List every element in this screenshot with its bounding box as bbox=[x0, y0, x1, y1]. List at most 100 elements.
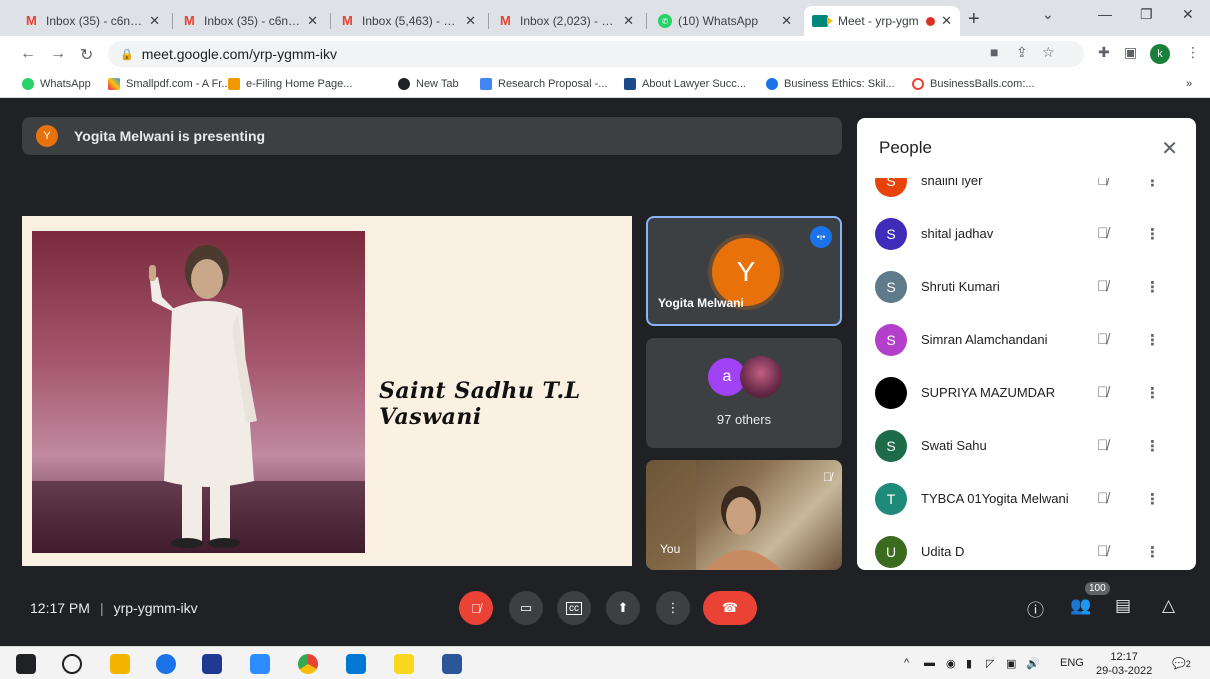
share-icon[interactable]: ⇪ bbox=[1016, 44, 1028, 61]
taskbar-clock[interactable]: 12:17 29-03-2022 bbox=[1096, 650, 1152, 678]
extensions-icon[interactable]: ✚ bbox=[1098, 44, 1110, 61]
muted-mic-icon: 🎙̸ bbox=[1097, 437, 1109, 454]
camera-in-use-icon[interactable]: ■ bbox=[990, 44, 998, 60]
participant-row[interactable]: T TYBCA 01Yogita Melwani 🎙̸ ⋮ bbox=[857, 472, 1196, 525]
side-panel-icon[interactable]: ▣ bbox=[1124, 44, 1137, 61]
muted-mic-icon: 🎙̸ bbox=[823, 470, 832, 484]
close-tab-icon[interactable]: ✕ bbox=[781, 13, 792, 29]
word-icon[interactable] bbox=[442, 654, 462, 674]
close-tab-icon[interactable]: ✕ bbox=[307, 13, 318, 29]
language-indicator[interactable]: ENG bbox=[1060, 657, 1084, 669]
search-icon[interactable] bbox=[62, 654, 82, 674]
bookmark-item[interactable]: WhatsApp bbox=[22, 78, 91, 90]
presenting-text: Yogita Melwani is presenting bbox=[74, 128, 266, 144]
speaker-tile[interactable]: Y •ı• Yogita Melwani bbox=[646, 216, 842, 326]
new-tab-button[interactable]: + bbox=[968, 8, 980, 31]
participant-row[interactable]: S Simran Alamchandani 🎙̸ ⋮ bbox=[857, 313, 1196, 366]
gmail-icon bbox=[342, 13, 356, 28]
network-icon[interactable]: ▣ bbox=[1006, 657, 1016, 670]
close-tab-icon[interactable]: ✕ bbox=[465, 13, 476, 29]
bookmark-item[interactable]: New Tab bbox=[398, 78, 459, 90]
activities-icon[interactable]: △ bbox=[1162, 596, 1175, 616]
more-options-icon[interactable]: ⋮ bbox=[1145, 384, 1160, 402]
docs-icon bbox=[480, 78, 492, 90]
chat-icon[interactable]: ▤ bbox=[1115, 596, 1131, 616]
bookmark-item[interactable]: Business Ethics: Skil... bbox=[766, 78, 895, 90]
browser-tab[interactable]: Inbox (35) - c6naac ✕ bbox=[176, 6, 326, 36]
participant-avatar: S bbox=[875, 429, 907, 462]
edge-icon[interactable] bbox=[156, 654, 176, 674]
participant-avatar: S bbox=[875, 217, 907, 250]
restore-button[interactable]: ❐ bbox=[1140, 6, 1153, 23]
mic-tray-icon[interactable]: ▮ bbox=[966, 657, 972, 670]
slide-caption: Saint Sadhu T.L Vaswani bbox=[379, 378, 581, 430]
lock-icon[interactable]: 🔒 bbox=[120, 48, 134, 61]
reload-button[interactable]: ↻ bbox=[80, 45, 93, 65]
tab-search-icon[interactable]: ⌄ bbox=[1042, 6, 1054, 23]
participant-row[interactable]: U Udita D 🎙̸ ⋮ bbox=[857, 525, 1196, 570]
tray-overflow-icon[interactable]: ^ bbox=[904, 657, 909, 669]
browser-tab[interactable]: Inbox (35) - c6naac ✕ bbox=[18, 6, 168, 36]
whatsapp-icon: ✆ bbox=[658, 14, 672, 28]
captions-button[interactable]: cc bbox=[557, 591, 591, 625]
participant-row[interactable]: SUPRIYA MAZUMDAR 🎙̸ ⋮ bbox=[857, 366, 1196, 419]
present-screen-icon: ⬆ bbox=[617, 600, 629, 615]
app-icon[interactable] bbox=[346, 654, 366, 674]
participant-row[interactable]: S shalini iyer 🎙̸ ⋮ bbox=[857, 178, 1196, 207]
close-tab-icon[interactable]: ✕ bbox=[149, 13, 160, 29]
webex-icon[interactable] bbox=[202, 654, 222, 674]
leave-call-button[interactable]: ☎ bbox=[703, 591, 757, 625]
minimize-button[interactable]: — bbox=[1098, 6, 1112, 22]
camera-toggle-button[interactable]: ▭ bbox=[509, 591, 543, 625]
profile-avatar[interactable]: k bbox=[1150, 44, 1170, 64]
more-options-icon[interactable]: ⋮ bbox=[1145, 543, 1160, 561]
close-tab-icon[interactable]: ✕ bbox=[623, 13, 634, 29]
browser-tab[interactable]: Inbox (5,463) - kaja ✕ bbox=[334, 6, 484, 36]
meet-camera-icon[interactable]: ◉ bbox=[946, 657, 956, 670]
participant-row[interactable]: S shital jadhav 🎙̸ ⋮ bbox=[857, 207, 1196, 260]
participant-row[interactable]: S Swati Sahu 🎙̸ ⋮ bbox=[857, 419, 1196, 472]
browser-tab-strip: Inbox (35) - c6naac ✕ Inbox (35) - c6naa… bbox=[0, 0, 1210, 36]
more-options-icon[interactable]: ⋮ bbox=[1145, 278, 1160, 296]
browser-tab[interactable]: Inbox (2,023) - kaja ✕ bbox=[492, 6, 642, 36]
people-icon[interactable]: 👥 bbox=[1070, 596, 1091, 616]
more-options-icon[interactable]: ⋮ bbox=[1145, 331, 1160, 349]
bookmark-item[interactable]: Research Proposal -... bbox=[480, 78, 607, 90]
self-video-tile[interactable]: 🎙̸ You bbox=[646, 460, 842, 570]
browser-tab[interactable]: ✆ (10) WhatsApp ✕ bbox=[650, 6, 800, 36]
file-explorer-icon[interactable] bbox=[110, 654, 130, 674]
browser-tab-active[interactable]: Meet - yrp-ygm ✕ bbox=[804, 6, 960, 36]
participant-name: Udita D bbox=[921, 544, 965, 559]
close-panel-button[interactable]: ✕ bbox=[1161, 136, 1178, 161]
sticky-notes-icon[interactable] bbox=[394, 654, 414, 674]
close-window-button[interactable]: ✕ bbox=[1182, 6, 1194, 23]
wifi-icon[interactable]: ◸ bbox=[986, 657, 994, 670]
more-options-icon[interactable]: ⋮ bbox=[1145, 490, 1160, 508]
participant-row[interactable]: S Shruti Kumari 🎙̸ ⋮ bbox=[857, 260, 1196, 313]
volume-icon[interactable]: 🔊 bbox=[1026, 657, 1040, 670]
close-tab-icon[interactable]: ✕ bbox=[941, 13, 952, 29]
mic-toggle-button[interactable]: 🎙̸ bbox=[459, 591, 493, 625]
meeting-details-icon[interactable]: ⓘ bbox=[1027, 596, 1044, 621]
more-options-button[interactable]: ⋮ bbox=[656, 591, 690, 625]
start-icon[interactable] bbox=[16, 654, 36, 674]
more-options-icon[interactable]: ⋮ bbox=[1145, 225, 1160, 243]
more-options-icon[interactable]: ⋮ bbox=[1145, 178, 1160, 190]
bookmark-item[interactable]: BusinessBalls.com:... bbox=[912, 78, 1035, 90]
back-button[interactable]: ← bbox=[20, 45, 36, 63]
others-tile[interactable]: a 97 others bbox=[646, 338, 842, 448]
more-bookmarks-icon[interactable]: » bbox=[1186, 78, 1192, 90]
address-bar[interactable]: 🔒 meet.google.com/yrp-ygmm-ikv bbox=[108, 41, 1084, 67]
zoom-icon[interactable] bbox=[250, 654, 270, 674]
bookmark-item[interactable]: About Lawyer Succ... bbox=[624, 78, 746, 90]
battery-icon[interactable]: ▬ bbox=[924, 657, 935, 669]
chrome-icon[interactable] bbox=[298, 654, 318, 674]
bookmark-item[interactable]: Smallpdf.com - A Fr... bbox=[108, 78, 231, 90]
bookmark-item[interactable]: e-Filing Home Page... bbox=[228, 78, 352, 90]
more-options-icon[interactable]: ⋮ bbox=[1145, 437, 1160, 455]
forward-button[interactable]: → bbox=[50, 45, 66, 63]
notification-icon[interactable]: 💬2 bbox=[1172, 657, 1191, 670]
present-button[interactable]: ⬆ bbox=[606, 591, 640, 625]
chrome-menu-icon[interactable]: ⋮ bbox=[1186, 44, 1200, 61]
bookmark-star-icon[interactable]: ☆ bbox=[1042, 44, 1055, 61]
